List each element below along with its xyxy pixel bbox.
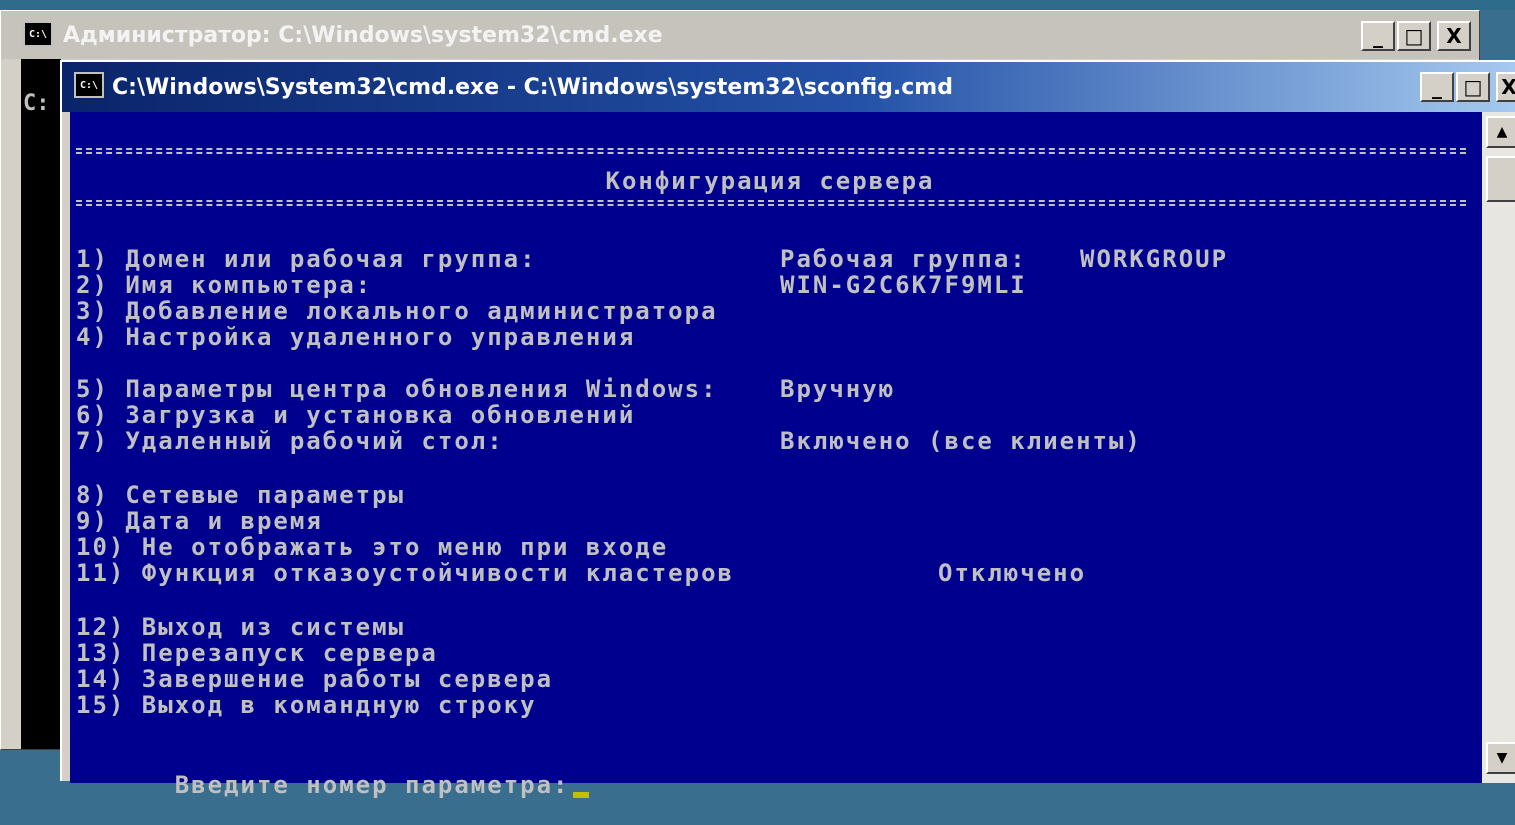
scroll-down-icon: ▼ [1496,750,1508,766]
minimize-button[interactable]: _ [1420,72,1454,102]
close-icon: X [1446,24,1462,48]
menu-item-12: 12) Выход из системы [76,613,405,641]
menu-item-7: 7) Удаленный рабочий стол: [76,427,504,455]
minimize-icon: _ [1432,75,1442,99]
menu-item-8: 8) Сетевые параметры [76,481,405,509]
scroll-up-icon: ▲ [1496,124,1508,140]
maximize-icon: □ [1404,24,1424,48]
text-cursor [573,792,590,798]
menu-item-6: 6) Загрузка и установка обновлений [76,401,636,429]
menu-item-11: 11) Функция отказоустойчивости кластеров [76,559,734,587]
menu-item-11-value: Отключено [938,559,1087,587]
menu-item-5-value: Вручную [780,375,896,403]
scroll-down-button[interactable]: ▼ [1486,742,1515,774]
console-output[interactable]: Конфигурация сервера 1) Домен или рабоча… [70,112,1482,798]
scroll-up-button[interactable]: ▲ [1486,116,1515,148]
console-header: Конфигурация сервера [605,167,935,195]
sconfig-window-titlebar[interactable]: C:\ C:\Windows\System32\cmd.exe - C:\Win… [62,62,1515,112]
separator-top [76,148,1466,154]
menu-item-1: 1) Домен или рабочая группа: [76,245,537,273]
menu-item-3: 3) Добавление локального администратора [76,297,718,325]
desktop-background [0,0,1515,10]
maximize-button[interactable]: □ [1397,21,1431,51]
menu-item-7-value: Включено (все клиенты) [780,427,1142,455]
menu-item-14: 14) Завершение работы сервера [76,665,554,693]
minimize-button[interactable]: _ [1361,21,1395,51]
close-button[interactable]: X [1496,72,1515,102]
vertical-scrollbar[interactable]: ▲ ▼ [1482,112,1515,783]
menu-item-9: 9) Дата и время [76,507,323,535]
sconfig-window[interactable]: C:\ C:\Windows\System32\cmd.exe - C:\Win… [60,60,1515,798]
menu-item-4: 4) Настройка удаленного управления [76,323,636,351]
scrollbar-thumb[interactable] [1486,156,1515,202]
menu-item-13: 13) Перезапуск сервера [76,639,438,667]
input-prompt: Введите номер параметра: [174,771,570,799]
maximize-icon: □ [1463,75,1483,99]
cmd-icon: C:\ [74,72,104,98]
menu-item-5: 5) Параметры центра обновления Windows: [76,375,718,403]
close-button[interactable]: X [1437,21,1471,51]
menu-item-2-value: WIN-G2C6K7F9MLI [780,271,1027,299]
menu-item-1-value-label: Рабочая группа: [780,245,1027,273]
maximize-button[interactable]: □ [1456,72,1490,102]
background-prompt: C: [23,91,50,116]
cmd-icon: C:\ [23,21,53,47]
background-console[interactable]: C: [21,59,61,749]
sconfig-window-title: C:\Windows\System32\cmd.exe - C:\Windows… [112,74,953,100]
separator-bottom [76,200,1466,206]
background-window-title: Администратор: C:\Windows\system32\cmd.e… [63,22,663,48]
menu-item-1-value: WORKGROUP [1080,245,1229,273]
minimize-icon: _ [1373,24,1383,48]
menu-item-10: 10) Не отображать это меню при входе [76,533,669,561]
menu-item-2: 2) Имя компьютера: [76,271,373,299]
menu-item-15: 15) Выход в командную строку [76,691,537,719]
background-window-titlebar[interactable]: C:\ Администратор: C:\Windows\system32\c… [1,11,1479,59]
input-prompt-line[interactable]: Введите номер параметра: [76,746,590,824]
close-icon: X [1501,75,1515,99]
